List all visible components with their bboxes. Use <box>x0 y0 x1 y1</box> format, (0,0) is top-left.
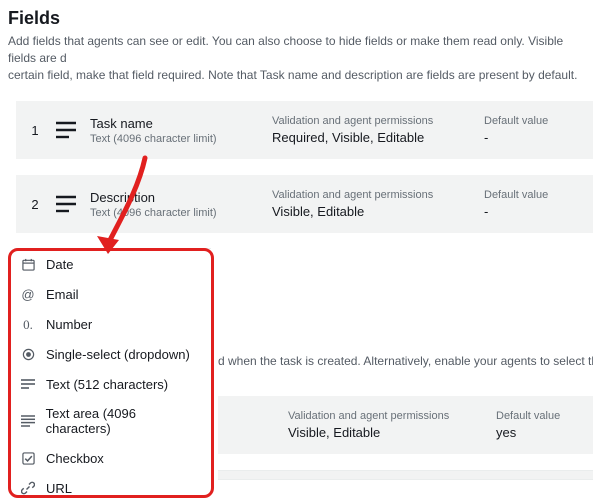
validation-label: Validation and agent permissions <box>272 189 472 201</box>
partial-description-text: d when the task is created. Alternativel… <box>218 354 593 368</box>
dropdown-item-email[interactable]: @ Email <box>14 279 211 309</box>
default-value: - <box>484 130 564 145</box>
radio-icon <box>20 346 36 362</box>
dropdown-item-url[interactable]: URL <box>14 473 211 503</box>
field-row: Validation and agent permissions Visible… <box>218 396 593 454</box>
checkbox-icon <box>20 450 36 466</box>
dropdown-item-label: Number <box>46 317 92 332</box>
validation-value: Required, Visible, Editable <box>272 130 472 145</box>
field-index: 1 <box>28 123 42 138</box>
dropdown-item-label: Checkbox <box>46 451 104 466</box>
validation-value: Visible, Editable <box>272 204 472 219</box>
default-label: Default value <box>484 115 564 127</box>
field-type: Text (4096 character limit) <box>90 207 260 219</box>
validation-label: Validation and agent permissions <box>272 115 472 127</box>
description-line-1: Add fields that agents can see or edit. … <box>8 34 563 65</box>
field-index: 2 <box>28 197 42 212</box>
default-label: Default value <box>496 410 576 422</box>
field-row: 1 Task name Text (4096 character limit) … <box>16 101 593 159</box>
number-icon: 0. <box>20 316 36 332</box>
dropdown-item-label: URL <box>46 481 72 496</box>
default-value: yes <box>496 425 576 440</box>
dropdown-item-single-select[interactable]: Single-select (dropdown) <box>14 339 211 369</box>
calendar-icon <box>20 256 36 272</box>
default-label: Default value <box>484 189 564 201</box>
field-row: 2 Description Text (4096 character limit… <box>16 175 593 233</box>
dropdown-item-label: Text (512 characters) <box>46 377 168 392</box>
link-icon <box>20 480 36 496</box>
dropdown-item-label: Text area (4096 characters) <box>46 406 201 436</box>
dropdown-item-label: Email <box>46 287 79 302</box>
validation-value: Visible, Editable <box>288 425 488 440</box>
section-description: Add fields that agents can see or edit. … <box>6 33 593 83</box>
dropdown-item-checkbox[interactable]: Checkbox <box>14 443 211 473</box>
dropdown-item-label: Date <box>46 257 73 272</box>
field-name: Description <box>90 190 260 205</box>
default-value: - <box>484 204 564 219</box>
text-short-icon <box>20 376 36 392</box>
field-type-dropdown: Date @ Email 0. Number Single-select (dr… <box>14 248 211 503</box>
section-title: Fields <box>6 8 593 29</box>
section-divider <box>218 470 593 480</box>
text-lines-icon <box>54 192 78 216</box>
dropdown-item-text-area[interactable]: Text area (4096 characters) <box>14 399 211 443</box>
at-sign-icon: @ <box>20 286 36 302</box>
description-line-2: certain field, make that field required.… <box>8 68 577 82</box>
dropdown-item-text[interactable]: Text (512 characters) <box>14 369 211 399</box>
dropdown-item-date[interactable]: Date <box>14 249 211 279</box>
text-lines-icon <box>54 118 78 142</box>
validation-label: Validation and agent permissions <box>288 410 488 422</box>
text-long-icon <box>20 413 36 429</box>
field-type: Text (4096 character limit) <box>90 133 260 145</box>
dropdown-item-label: Single-select (dropdown) <box>46 347 190 362</box>
field-name: Task name <box>90 116 260 131</box>
dropdown-item-number[interactable]: 0. Number <box>14 309 211 339</box>
